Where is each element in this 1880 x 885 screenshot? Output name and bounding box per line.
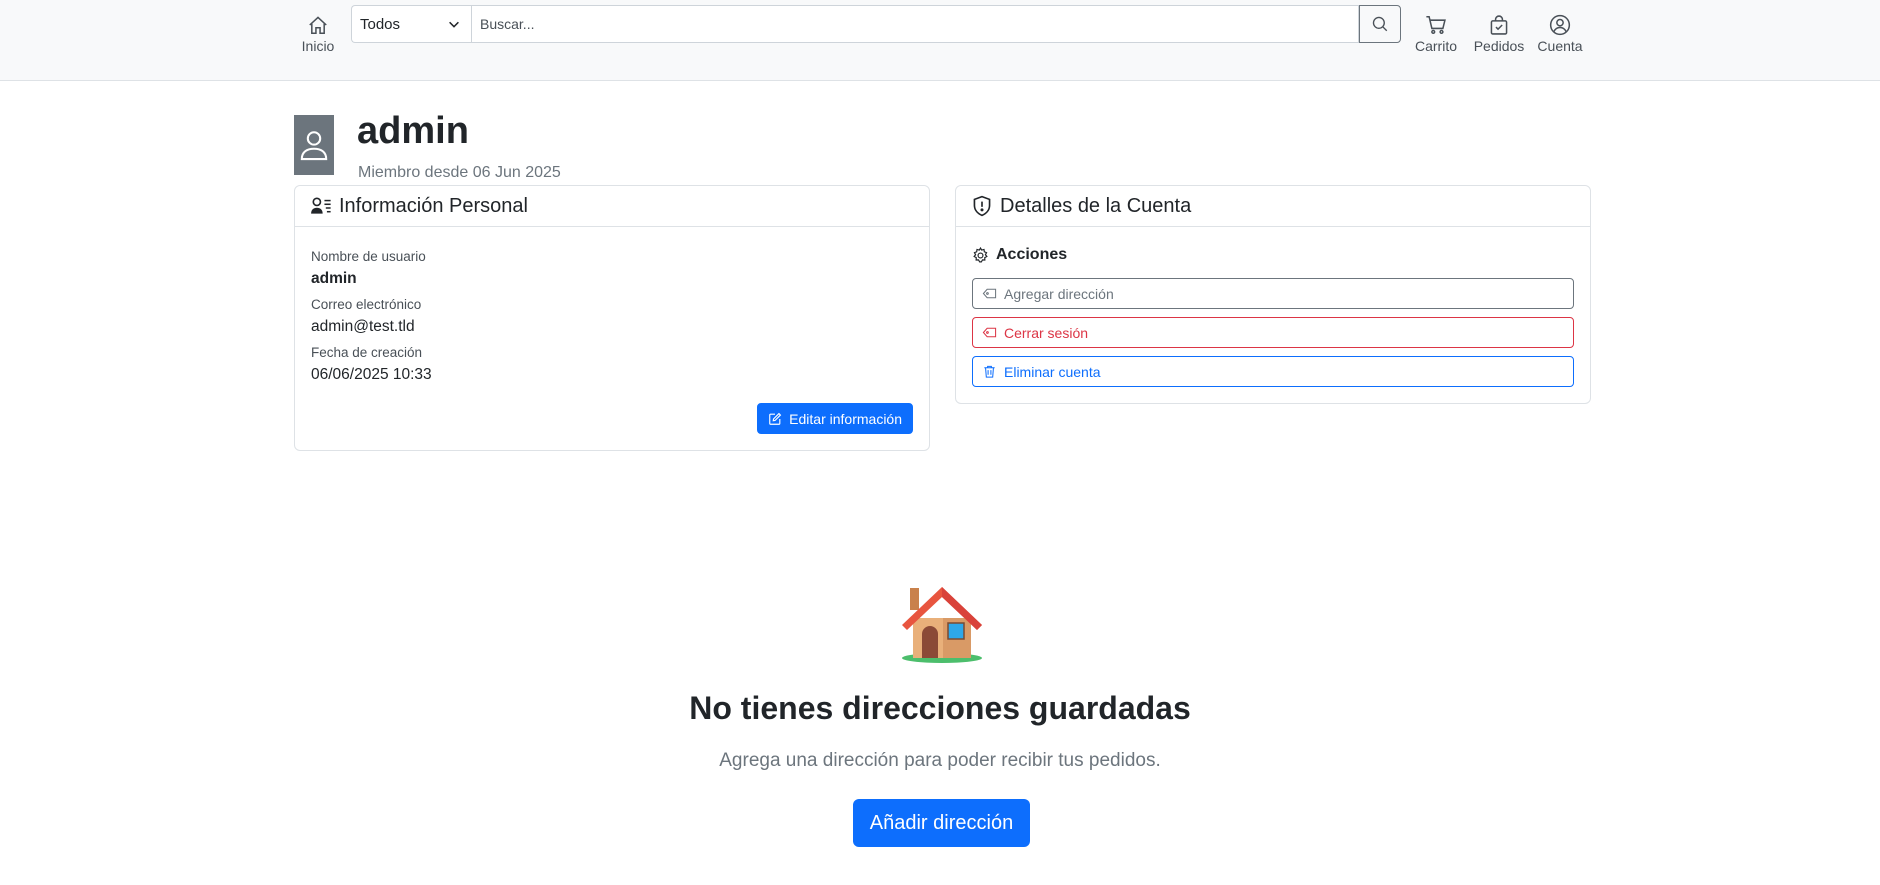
created-label: Fecha de creación [311, 345, 423, 360]
nav-account-link[interactable]: Cuenta [1536, 14, 1584, 54]
search-bar: Todos [351, 5, 1401, 43]
search-category-select[interactable]: Todos [351, 5, 471, 43]
house-emoji-icon [902, 587, 982, 663]
email-value: admin@test.tld [311, 318, 415, 335]
nav-home-link[interactable]: Inicio [298, 14, 338, 54]
username-value: admin [311, 270, 357, 287]
add-address-action-label: Agregar dirección [1004, 285, 1114, 302]
personal-info-title: Información Personal [339, 194, 528, 217]
add-address-action-button[interactable]: Agregar dirección [972, 278, 1574, 309]
person-icon [300, 131, 328, 161]
nav-home-label: Inicio [301, 38, 335, 54]
top-navbar: Inicio Todos Carrito Pedidos Cuenta [0, 0, 1880, 81]
nav-account-label: Cuenta [1537, 38, 1583, 54]
member-since-text: Miembro desde 06 Jun 2025 [358, 164, 561, 181]
search-input[interactable] [471, 5, 1359, 43]
empty-addresses-title: No tienes direcciones guardadas [689, 690, 1191, 726]
cart-icon [1426, 15, 1446, 35]
add-address-button[interactable]: Añadir dirección [853, 799, 1030, 847]
house-icon [309, 16, 327, 35]
username-label: Nombre de usuario [311, 249, 426, 264]
nav-orders-label: Pedidos [1473, 38, 1525, 54]
delete-account-label: Eliminar cuenta [1004, 363, 1101, 380]
account-details-title: Detalles de la Cuenta [1000, 194, 1192, 217]
gear-icon [973, 246, 988, 262]
page-title: admin [357, 110, 469, 152]
created-value: 06/06/2025 10:33 [311, 366, 432, 383]
edit-info-button[interactable]: Editar información [757, 403, 913, 434]
personal-info-card: Información Personal Nombre de usuario a… [294, 185, 930, 451]
search-icon [1372, 16, 1388, 32]
empty-addresses-subtitle: Agrega una dirección para poder recibir … [719, 750, 1161, 771]
search-button[interactable] [1359, 5, 1401, 43]
email-label: Correo electrónico [311, 297, 422, 312]
tag-icon [982, 327, 997, 338]
actions-heading: Acciones [972, 246, 1067, 264]
search-category-value: Todos [360, 15, 401, 33]
nav-orders-link[interactable]: Pedidos [1472, 14, 1526, 54]
account-details-header: Detalles de la Cuenta [956, 186, 1590, 227]
person-lines-icon [311, 197, 331, 214]
trash-icon [984, 365, 995, 378]
nav-cart-link[interactable]: Carrito [1412, 14, 1460, 54]
person-circle-icon [1549, 14, 1571, 36]
nav-cart-label: Carrito [1414, 38, 1457, 54]
actions-heading-label: Acciones [996, 246, 1068, 263]
chevron-down-icon [449, 21, 459, 28]
edit-info-label: Editar información [789, 410, 902, 427]
logout-button[interactable]: Cerrar sesión [972, 317, 1574, 348]
pencil-square-icon [769, 412, 782, 425]
personal-info-header: Información Personal [295, 186, 929, 227]
avatar [294, 115, 334, 175]
delete-account-button[interactable]: Eliminar cuenta [972, 356, 1574, 387]
account-details-card: Detalles de la Cuenta Acciones Agregar d… [955, 185, 1591, 404]
tag-icon [982, 288, 997, 299]
shield-exclamation-icon [973, 195, 991, 217]
bag-check-icon [1490, 15, 1508, 35]
logout-label: Cerrar sesión [1004, 324, 1089, 341]
